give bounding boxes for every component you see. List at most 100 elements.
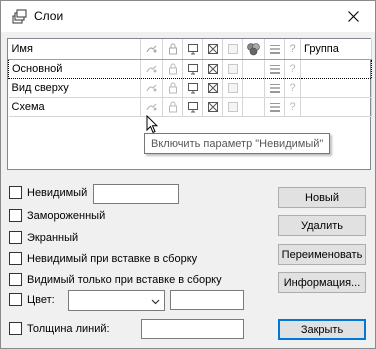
invisible-text-field[interactable]: [93, 184, 179, 204]
cross-box-toggle[interactable]: [202, 97, 223, 117]
layers-app-icon: [11, 9, 27, 25]
table-row[interactable]: Вид сверху ?: [8, 78, 372, 98]
invisible-toggle[interactable]: [140, 78, 163, 98]
window-title: Слои: [34, 9, 64, 23]
line-weight-icon: [269, 63, 281, 75]
lock-toggle[interactable]: [162, 58, 183, 79]
screen-toggle[interactable]: [182, 78, 203, 98]
color-checkbox[interactable]: [9, 293, 22, 306]
column-header-name[interactable]: Имя: [8, 39, 141, 60]
line-weight-label: Толщина линий:: [27, 322, 110, 335]
color-cell[interactable]: [242, 78, 265, 98]
invisible-label: Невидимый: [27, 186, 88, 199]
visible-on-insert-checkbox-row[interactable]: Видимый только при вставке в сборку: [9, 273, 222, 286]
empty-box-icon: [227, 82, 239, 94]
line-weight-cell[interactable]: [264, 78, 285, 98]
invisible-checkbox-row[interactable]: Невидимый: [9, 186, 87, 199]
invisible-toggle[interactable]: [140, 58, 163, 79]
screen-label: Экранный: [27, 231, 79, 244]
visible-on-insert-checkbox[interactable]: [9, 273, 22, 286]
screen-toggle[interactable]: [182, 97, 203, 117]
color-cell[interactable]: [242, 58, 265, 79]
question-cell[interactable]: ?: [284, 78, 301, 98]
question-cell[interactable]: ?: [284, 97, 301, 117]
invisible-toggle[interactable]: [140, 97, 163, 117]
question-icon: ?: [289, 81, 296, 94]
table-row[interactable]: Основной ?: [8, 58, 372, 79]
column-header-invisible[interactable]: [140, 39, 163, 60]
new-button[interactable]: Новый: [278, 187, 366, 208]
mouse-cursor-icon: [146, 115, 158, 134]
grid-header: Имя ? Группа: [8, 39, 372, 60]
cross-box-icon: [207, 82, 219, 94]
chevron-down-icon: [151, 299, 160, 305]
empty-box-toggle[interactable]: [222, 97, 243, 117]
color-select[interactable]: [68, 290, 165, 311]
color-cell[interactable]: [242, 97, 265, 117]
column-header-cross-box[interactable]: [202, 39, 223, 60]
column-header-question[interactable]: ?: [284, 39, 301, 60]
line-weight-checkbox[interactable]: [9, 322, 22, 335]
delete-button[interactable]: Удалить: [278, 215, 366, 236]
empty-box-icon: [227, 63, 239, 75]
line-weight-checkbox-row[interactable]: Толщина линий:: [9, 322, 110, 335]
empty-box-toggle[interactable]: [222, 78, 243, 98]
empty-box-toggle[interactable]: [222, 58, 243, 79]
close-window-button[interactable]: [331, 1, 375, 32]
screen-checkbox-row[interactable]: Экранный: [9, 231, 78, 244]
empty-box-icon: [227, 101, 239, 113]
line-weight-cell[interactable]: [264, 97, 285, 117]
screen-icon: [187, 101, 199, 113]
screen-icon: [187, 43, 199, 55]
cross-box-toggle[interactable]: [202, 78, 223, 98]
cross-box-icon: [207, 63, 219, 75]
table-row[interactable]: Схема ?: [8, 97, 372, 117]
info-button[interactable]: Информация...: [278, 272, 366, 293]
lock-icon: [168, 82, 178, 94]
question-icon: ?: [289, 62, 296, 75]
screen-checkbox[interactable]: [9, 231, 22, 244]
question-cell[interactable]: ?: [284, 58, 301, 79]
invisible-checkbox[interactable]: [9, 186, 22, 199]
frozen-checkbox-row[interactable]: Замороженный: [9, 209, 105, 222]
lock-icon: [168, 101, 178, 113]
invisible-icon: [145, 63, 159, 75]
screen-icon: [187, 63, 199, 75]
lock-toggle[interactable]: [162, 97, 183, 117]
line-weight-field[interactable]: [141, 319, 244, 339]
invisible-on-insert-checkbox[interactable]: [9, 252, 22, 265]
layer-name-cell[interactable]: Вид сверху: [8, 78, 141, 98]
rename-button[interactable]: Переименовать: [278, 244, 366, 265]
group-cell[interactable]: [300, 58, 372, 79]
layers-dialog: Слои Имя ? Группа Основной ? Вид сверху …: [0, 0, 376, 349]
color-value-field[interactable]: [170, 290, 244, 310]
close-button[interactable]: Закрыть: [278, 319, 366, 340]
screen-icon: [187, 82, 199, 94]
invisible-on-insert-checkbox-row[interactable]: Невидимый при вставке в сборку: [9, 252, 197, 265]
column-header-line-weight[interactable]: [264, 39, 285, 60]
group-cell[interactable]: [300, 97, 372, 117]
color-checkbox-row[interactable]: Цвет:: [9, 293, 55, 306]
column-header-group[interactable]: Группа: [300, 39, 372, 60]
tooltip: Включить параметр "Невидимый": [144, 133, 331, 154]
column-header-screen[interactable]: [182, 39, 203, 60]
lock-icon: [168, 63, 178, 75]
column-header-lock[interactable]: [162, 39, 183, 60]
cross-box-toggle[interactable]: [202, 58, 223, 79]
line-weight-icon: [269, 101, 281, 113]
layer-name-cell[interactable]: Основной: [8, 58, 141, 79]
layer-name-cell[interactable]: Схема: [8, 97, 141, 117]
group-cell[interactable]: [300, 78, 372, 98]
title-bar: Слои: [1, 1, 375, 32]
close-icon: [347, 11, 359, 22]
line-weight-icon: [269, 82, 281, 94]
lock-toggle[interactable]: [162, 78, 183, 98]
line-weight-icon: [269, 43, 281, 55]
screen-toggle[interactable]: [182, 58, 203, 79]
line-weight-cell[interactable]: [264, 58, 285, 79]
column-header-empty-box[interactable]: [222, 39, 243, 60]
column-header-color[interactable]: [242, 39, 265, 60]
empty-box-icon: [227, 43, 239, 55]
frozen-checkbox[interactable]: [9, 209, 22, 222]
question-icon: ?: [289, 42, 296, 55]
